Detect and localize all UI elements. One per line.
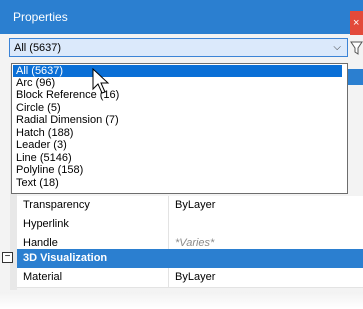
mouse-pointer-icon — [92, 68, 110, 94]
object-type-dropdown-list[interactable]: All (5637) Arc (96) Block Reference (16)… — [11, 63, 348, 194]
close-button[interactable]: × — [350, 11, 363, 35]
property-value[interactable]: ByLayer — [169, 268, 363, 287]
property-name: Transparency — [17, 196, 169, 215]
property-value[interactable] — [169, 215, 363, 234]
property-value[interactable]: ByLayer — [169, 196, 363, 215]
window-shadow — [0, 292, 363, 309]
section-header-strip — [347, 69, 363, 85]
property-row-hyperlink[interactable]: Hyperlink — [17, 215, 363, 235]
panel-title: Properties — [13, 10, 68, 24]
selector-value: All (5637) — [14, 42, 62, 54]
property-name: Material — [17, 268, 169, 287]
dropdown-item[interactable]: Arc (96) — [13, 77, 55, 89]
properties-panel: Properties × All (5637) ⌵ Transparency B… — [0, 0, 363, 292]
dropdown-item[interactable]: Polyline (158) — [13, 164, 83, 176]
dropdown-item[interactable]: Leader (3) — [13, 139, 67, 151]
collapse-icon[interactable]: − — [2, 252, 13, 263]
quick-select-filter-icon[interactable] — [350, 40, 363, 56]
dropdown-item[interactable]: All (5637) — [13, 65, 342, 77]
dropdown-item[interactable]: Circle (5) — [13, 102, 61, 114]
section-header-3d-visualization[interactable]: 3D Visualization — [17, 249, 363, 268]
dropdown-item[interactable]: Hatch (188) — [13, 127, 73, 139]
dropdown-item[interactable]: Text (18) — [13, 177, 59, 189]
object-type-selector[interactable]: All (5637) ⌵ — [9, 38, 348, 57]
dropdown-item[interactable]: Line (5146) — [13, 152, 72, 164]
chevron-down-icon[interactable]: ⌵ — [333, 42, 341, 53]
property-name: Hyperlink — [17, 215, 169, 234]
title-bar[interactable]: Properties × — [0, 0, 363, 35]
dropdown-item[interactable]: Radial Dimension (7) — [13, 114, 119, 126]
property-row-material[interactable]: Material ByLayer — [17, 268, 363, 288]
property-row-transparency[interactable]: Transparency ByLayer — [17, 196, 363, 216]
